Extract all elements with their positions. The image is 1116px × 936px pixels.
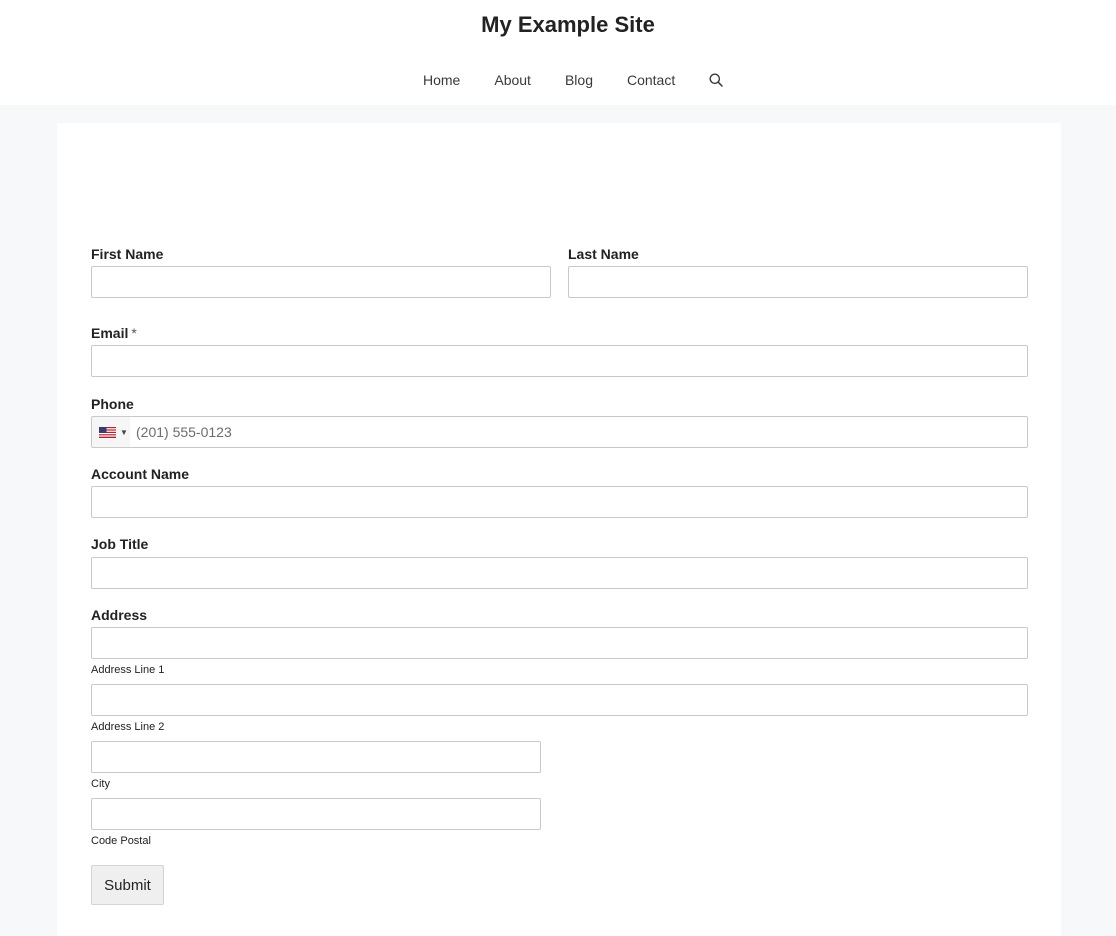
nav-item-blog[interactable]: Blog	[548, 66, 610, 94]
phone-field: ▼	[91, 416, 1028, 448]
job-title-label: Job Title	[91, 536, 149, 552]
search-icon[interactable]	[702, 66, 730, 94]
email-label: Email	[91, 325, 129, 341]
site-title[interactable]: My Example Site	[0, 10, 1116, 40]
required-mark: *	[131, 325, 137, 341]
address-line1-sublabel: Address Line 1	[91, 664, 165, 676]
postal-code-input[interactable]	[91, 798, 541, 830]
address-line1-input[interactable]	[91, 627, 1028, 659]
phone-input[interactable]	[130, 417, 1026, 447]
country-select[interactable]: ▼	[92, 417, 130, 447]
nav-item-home[interactable]: Home	[406, 66, 477, 94]
address-label: Address	[91, 607, 148, 623]
chevron-down-icon: ▼	[120, 427, 128, 437]
last-name-input[interactable]	[568, 266, 1028, 298]
site-header: My Example Site Home About Blog Contact	[0, 0, 1116, 105]
account-name-input[interactable]	[91, 486, 1028, 518]
nav-item-contact[interactable]: Contact	[610, 66, 692, 94]
content-card: First Name Last Name Email * Phone ▼ (20…	[57, 123, 1061, 936]
email-label-row: Email *	[91, 324, 137, 342]
first-name-label: First Name	[91, 246, 164, 262]
address-line2-input[interactable]	[91, 684, 1028, 716]
address-line2-sublabel: Address Line 2	[91, 721, 165, 733]
us-flag-icon	[99, 426, 116, 438]
job-title-input[interactable]	[91, 557, 1028, 589]
nav-item-about[interactable]: About	[477, 66, 548, 94]
postal-code-sublabel: Code Postal	[91, 835, 151, 847]
account-name-label: Account Name	[91, 466, 190, 482]
city-input[interactable]	[91, 741, 541, 773]
last-name-label: Last Name	[568, 246, 639, 262]
city-sublabel: City	[91, 778, 110, 790]
email-input[interactable]	[91, 345, 1028, 377]
phone-label: Phone	[91, 396, 134, 412]
main-nav: Home About Blog Contact	[406, 66, 730, 94]
first-name-input[interactable]	[91, 266, 551, 298]
submit-button[interactable]: Submit	[91, 865, 164, 905]
